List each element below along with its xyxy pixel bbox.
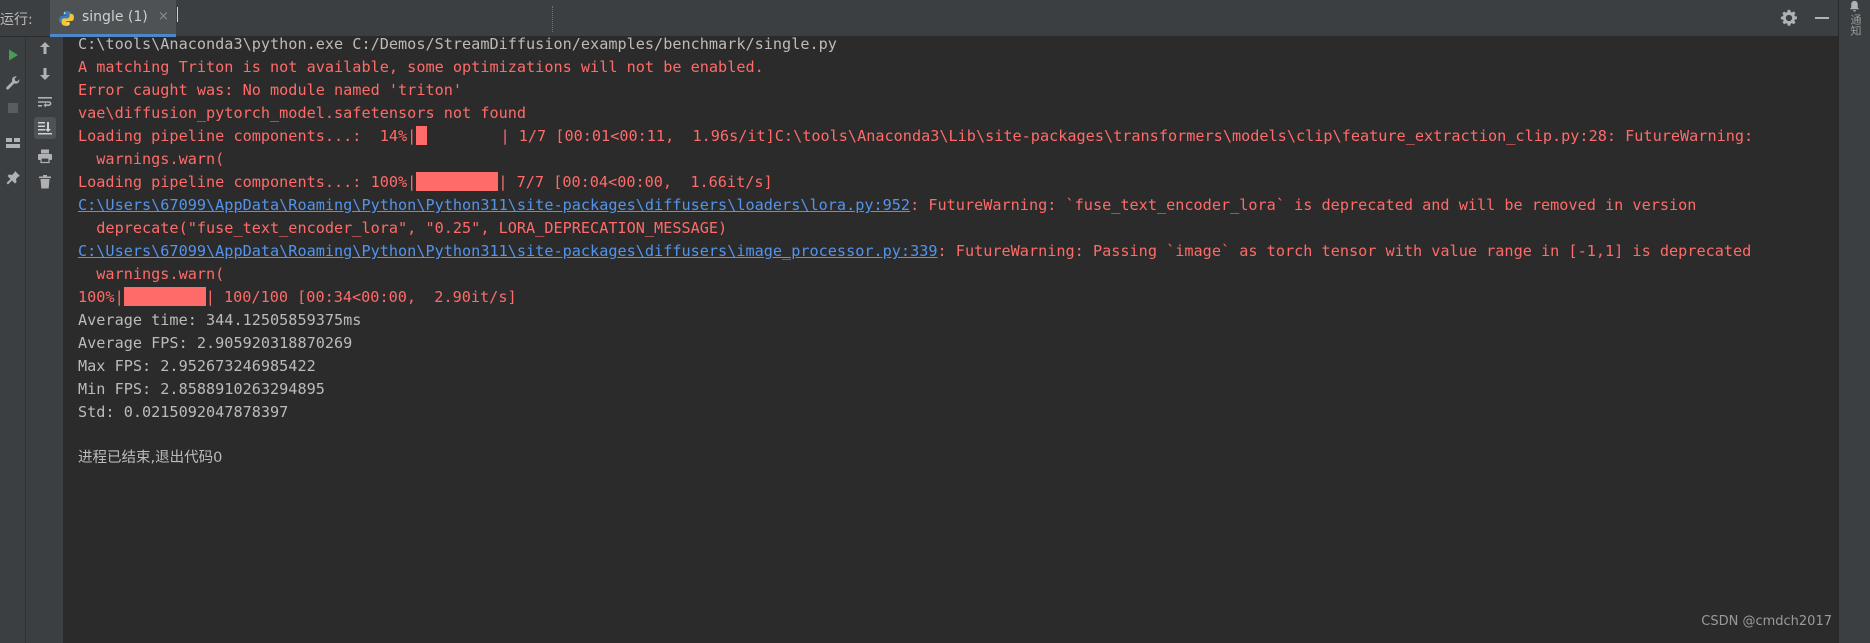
progress-label: Loading pipeline components...: 100%| bbox=[78, 173, 417, 191]
watermark: CSDN @cmdch2017 bbox=[1701, 614, 1832, 629]
console-line: C:\tools\Anaconda3\python.exe C:/Demos/S… bbox=[78, 37, 837, 53]
console-line: C:\Users\67099\AppData\Roaming\Python\Py… bbox=[78, 194, 1696, 216]
arrow-down-icon bbox=[40, 68, 50, 80]
console-line: Std: 0.0215092047878397 bbox=[78, 403, 289, 421]
progress-bar bbox=[416, 172, 499, 191]
notifications-label[interactable]: 通知 bbox=[1847, 14, 1862, 36]
file-link[interactable]: C:\Users\67099\AppData\Roaming\Python\Py… bbox=[78, 196, 910, 214]
up-stack-frame-button[interactable] bbox=[34, 37, 56, 59]
progress-label: 100%| bbox=[78, 288, 124, 306]
progress-status: | 7/7 [00:04<00:00, 1.66it/s] bbox=[498, 173, 773, 191]
gear-icon[interactable] bbox=[1780, 9, 1798, 27]
trash-icon bbox=[39, 175, 51, 189]
console-line: deprecate("fuse_text_encoder_lora", "0.2… bbox=[78, 219, 728, 237]
stop-button[interactable] bbox=[2, 97, 24, 119]
right-side-strip: 通知 bbox=[1838, 0, 1870, 643]
soft-wrap-button[interactable] bbox=[34, 91, 56, 113]
console-line: 100%| | 100/100 [00:34<00:00, 2.90it/s] bbox=[78, 286, 517, 308]
file-link[interactable]: C:\Users\67099\AppData\Roaming\Python\Py… bbox=[78, 242, 938, 260]
run-tool-window-header: 运行: single (1) × bbox=[0, 0, 1870, 37]
warning-text: : FutureWarning: Passing `image` as torc… bbox=[937, 242, 1752, 260]
console-line: Average FPS: 2.905920318870269 bbox=[78, 334, 353, 352]
wrench-icon bbox=[6, 76, 20, 90]
down-stack-frame-button[interactable] bbox=[34, 63, 56, 85]
progress-bar bbox=[123, 287, 206, 306]
progress-bar bbox=[416, 126, 428, 145]
progress-status: | 1/7 [00:01<00:11, 1.96s/it]C:\tools\An… bbox=[427, 127, 1754, 145]
console-line: 进程已结束,退出代码0 bbox=[78, 450, 223, 466]
arrow-up-icon bbox=[40, 42, 50, 54]
soft-wrap-icon bbox=[38, 97, 52, 108]
console-line: Average time: 344.12505859375ms bbox=[78, 311, 362, 329]
python-icon bbox=[59, 11, 74, 26]
scroll-to-end-icon bbox=[38, 122, 52, 135]
layout-button[interactable] bbox=[2, 132, 24, 154]
console-line: Min FPS: 2.8588910263294895 bbox=[78, 380, 325, 398]
console-line: Loading pipeline components...: 14%| | 1… bbox=[78, 125, 1753, 147]
tab-label: single (1) bbox=[82, 9, 148, 25]
run-toolbar-secondary bbox=[26, 37, 64, 643]
console-line: C:\Users\67099\AppData\Roaming\Python\Py… bbox=[78, 240, 1751, 262]
run-label: 运行: bbox=[0, 12, 33, 28]
tab-single-1[interactable]: single (1) × bbox=[50, 0, 176, 37]
print-icon bbox=[38, 149, 52, 164]
clear-all-button[interactable] bbox=[34, 171, 56, 193]
progress-status: | 100/100 [00:34<00:00, 2.90it/s] bbox=[205, 288, 517, 306]
console-line: warnings.warn( bbox=[78, 265, 225, 283]
run-icon bbox=[9, 49, 18, 61]
warning-text: : FutureWarning: `fuse_text_encoder_lora… bbox=[910, 196, 1697, 214]
progress-label: Loading pipeline components...: 14%| bbox=[78, 127, 417, 145]
console-output[interactable]: C:\tools\Anaconda3\python.exe C:/Demos/S… bbox=[64, 37, 1838, 643]
console-line: vae\diffusion_pytorch_model.safetensors … bbox=[78, 104, 527, 122]
layout-icon bbox=[6, 138, 20, 148]
console-line: warnings.warn( bbox=[78, 150, 225, 168]
console-line: Error caught was: No module named 'trito… bbox=[78, 81, 463, 99]
console-line: A matching Triton is not available, some… bbox=[78, 58, 764, 76]
console-line: Max FPS: 2.952673246985422 bbox=[78, 357, 316, 375]
close-tab-icon[interactable]: × bbox=[158, 9, 169, 24]
pin-icon bbox=[6, 171, 20, 185]
print-button[interactable] bbox=[34, 145, 56, 167]
stop-icon bbox=[8, 103, 18, 113]
minimize-icon[interactable] bbox=[1815, 17, 1829, 19]
edit-configuration-button[interactable] bbox=[2, 72, 24, 94]
scroll-to-end-button[interactable] bbox=[34, 117, 56, 139]
console-line: Loading pipeline components...: 100%| | 7… bbox=[78, 171, 773, 193]
bell-icon[interactable] bbox=[1848, 0, 1861, 13]
drag-divider[interactable] bbox=[552, 6, 554, 32]
text-caret bbox=[177, 7, 178, 22]
pin-tab-button[interactable] bbox=[2, 167, 24, 189]
run-toolbar-primary bbox=[0, 37, 26, 643]
rerun-button[interactable] bbox=[2, 44, 24, 66]
